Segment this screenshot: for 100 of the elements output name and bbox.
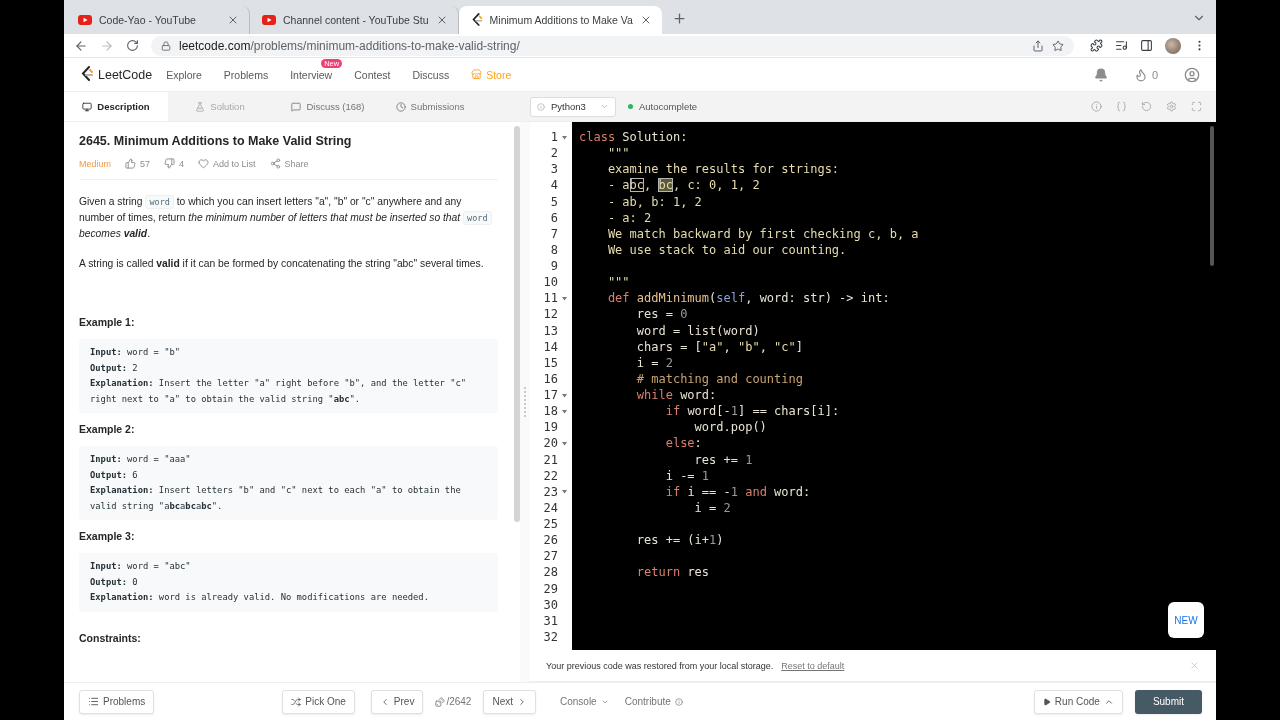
address-bar[interactable]: leetcode.com/problems/minimum-additions-to-make-valid-string/ [151,35,1074,56]
user-icon[interactable] [1184,66,1200,83]
line-number: 28 [542,565,558,580]
language-select[interactable]: Python3 [530,96,616,117]
code-line: class Solution: [579,129,689,146]
new-button[interactable]: NEW [1168,602,1204,638]
example-line: Input: word = "b" [90,346,182,359]
share-icon[interactable] [1032,39,1044,52]
fold-arrow-icon[interactable] [562,392,567,398]
fold-arrow-icon[interactable] [562,408,567,414]
line-number: 22 [542,468,558,483]
line-number: 2 [549,146,558,161]
shuffle-icon [291,696,302,707]
paragraph: A string is called valid if it can be formed by concatenating the string "abc" several times. [79,257,485,271]
line-number: 11 [542,291,558,306]
problems-button[interactable]: Problems [79,689,155,714]
code-line: """ [606,274,631,291]
problem-counter[interactable]: /2642 [435,696,472,707]
code-line: # matching and counting [635,370,804,387]
code-line: examine the results for strings: [606,161,841,178]
line-number: 27 [542,549,558,564]
code-line: def addMinimum(self, word: str) -> int: [606,290,891,307]
scrollbar-thumb[interactable] [1210,126,1214,266]
store-icon [471,69,483,80]
panel-tab[interactable]: Description [64,92,168,121]
line-number: 12 [542,307,558,322]
problem-title: 2645. Minimum Additions to Make Valid String [79,134,353,148]
avatar[interactable] [1165,37,1181,54]
console-button[interactable]: Console [560,696,609,707]
constraints-heading: Constraints: [79,631,142,644]
difficulty-label: Medium [79,158,111,169]
line-number: 21 [542,452,558,467]
action-link[interactable]: Share [269,158,309,169]
nav-link[interactable]: Problems [223,68,269,81]
clock-icon [395,101,406,112]
reset-link[interactable]: Reset to default [781,660,845,671]
thumbs-up-icon [125,158,136,169]
code-line: """ [606,145,631,162]
restore-notice: Your previous code was restored from your local storage. [546,660,774,671]
puzzle-icon[interactable] [1090,39,1103,52]
next-button[interactable]: Next [483,689,536,714]
nav-link[interactable]: Discuss [412,68,450,81]
line-number: 19 [542,420,558,435]
bell-icon[interactable] [1093,67,1108,82]
new-tab-icon[interactable] [671,11,687,26]
code-line: res = 0 [635,306,689,323]
dislike-button[interactable]: 4 [164,158,185,169]
panel-tab[interactable]: Submissions [384,92,476,121]
example-line: Explanation: Insert letters "b" and "c" next to each "a" to obtain the valid string "abcabcabc". [90,484,462,513]
nav-link[interactable]: Interview [290,68,333,81]
code-line: return res [635,564,711,581]
example-heading: Example 2: [79,423,136,435]
code-line: if i == -1 and word: [664,483,812,500]
code-editor[interactable] [530,122,1216,650]
code-line: - abc, bc, c: 0, 1, 2 [606,177,761,194]
close-icon[interactable] [227,14,239,26]
like-button[interactable]: 57 [125,158,151,169]
side-panel-icon[interactable] [1140,39,1153,52]
line-number: 5 [549,194,558,209]
logo-text[interactable]: LeetCode [98,67,153,82]
line-number: 25 [542,517,558,532]
fold-arrow-icon[interactable] [562,295,567,301]
fold-arrow-icon[interactable] [562,134,567,140]
list-icon [88,696,99,707]
line-number: 20 [542,436,558,451]
play-icon [1042,697,1051,706]
streak-counter[interactable]: 0 [1133,67,1158,82]
resize-handle[interactable] [524,387,526,417]
line-number: 14 [542,339,558,354]
caret-icon [600,102,609,111]
leetcode-logo-icon [470,13,483,27]
code-line: We match backward by first checking c, b, a [606,225,920,242]
code-line: word = list(word) [635,322,761,339]
line-number: 6 [549,210,558,225]
line-number: 29 [542,581,558,596]
submit-button[interactable]: Submit [1134,689,1202,714]
line-number: 3 [549,162,558,177]
fold-arrow-icon[interactable] [562,440,567,446]
reload-icon[interactable] [126,39,139,52]
example-heading: Example 3: [79,530,136,542]
flask-icon [195,101,206,112]
panel-tab[interactable]: Discuss (168) [272,92,384,121]
nav-link[interactable]: Explore [166,68,202,81]
contribute-link[interactable]: Contribute [624,696,683,707]
star-icon[interactable] [1052,39,1064,52]
prev-button[interactable]: Prev [370,689,424,714]
browser-tab[interactable]: Channel content - YouTube Stu [250,6,459,34]
code-line: else: [664,435,703,452]
browser-tab[interactable]: Code-Yao - YouTube [66,6,250,34]
action-link[interactable]: Add to List [198,158,256,169]
autocomplete-toggle[interactable]: Autocomplete [628,101,698,112]
browser-tab[interactable]: Minimum Additions to Make Va [458,6,662,34]
run-code-button[interactable]: Run Code [1033,689,1123,714]
back-icon[interactable] [74,38,88,53]
playlist-icon[interactable] [1115,39,1128,52]
fold-arrow-icon[interactable] [562,489,567,495]
pick-one-button[interactable]: Pick One [282,689,355,714]
leetcode-logo-icon [80,66,94,83]
scrollbar-thumb[interactable] [514,126,520,522]
nav-link[interactable]: Contest [354,68,391,81]
